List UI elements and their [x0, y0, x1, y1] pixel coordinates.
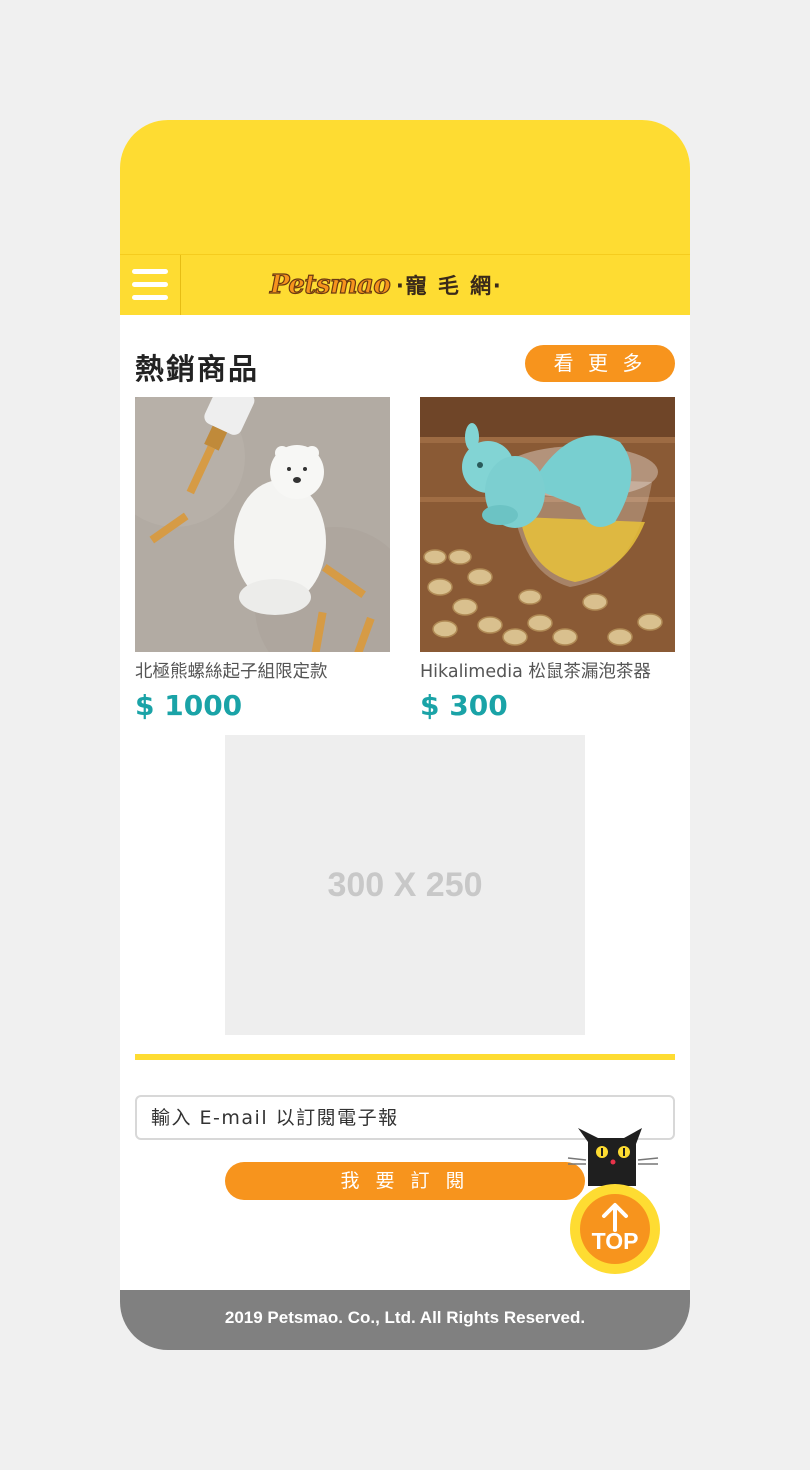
see-more-button[interactable]: 看 更 多: [525, 345, 675, 382]
product-card[interactable]: 北極熊螺絲起子組限定款 $ 1000: [135, 397, 390, 722]
hot-products-title: 熱銷商品: [135, 352, 260, 386]
top-navbar: Petsmao ‧寵 毛 網‧: [120, 254, 690, 315]
product-image-polar-bear-screwdriver[interactable]: [135, 397, 390, 652]
product-image-squirrel-tea-infuser[interactable]: [420, 397, 675, 652]
product-name[interactable]: Hikalimedia 松鼠茶漏泡茶器: [420, 658, 675, 683]
section-divider: [135, 1054, 675, 1060]
status-bar-area: [120, 120, 690, 254]
footer: 2019 Petsmao. Co., Ltd. All Rights Reser…: [120, 1290, 690, 1350]
top-label: TOP: [591, 1228, 639, 1254]
site-logo[interactable]: Petsmao ‧寵 毛 網‧: [269, 269, 503, 301]
copyright-text: 2019 Petsmao. Co., Ltd. All Rights Reser…: [224, 1308, 586, 1327]
back-to-top-button[interactable]: TOP: [566, 1124, 666, 1276]
product-card[interactable]: Hikalimedia 松鼠茶漏泡茶器 $ 300: [420, 397, 675, 722]
top-button-ring: TOP: [570, 1184, 660, 1274]
logo-wordmark: Petsmao: [269, 269, 391, 300]
logo-chinese-name: ‧寵 毛 網‧: [396, 274, 503, 298]
product-price: $ 300: [420, 689, 508, 722]
menu-button[interactable]: [120, 255, 181, 315]
product-price: $ 1000: [135, 689, 243, 722]
phone-screen: Petsmao ‧寵 毛 網‧ 熱銷商品 看 更 多 北極熊螺絲起子組限定款 $…: [120, 120, 690, 1350]
ad-banner-placeholder[interactable]: 300 X 250: [225, 735, 585, 1035]
ad-size-label: 300 X 250: [327, 865, 483, 904]
top-button-core: TOP: [580, 1194, 650, 1264]
subscribe-button[interactable]: 我 要 訂 閱: [225, 1162, 585, 1200]
product-name[interactable]: 北極熊螺絲起子組限定款: [135, 658, 390, 683]
